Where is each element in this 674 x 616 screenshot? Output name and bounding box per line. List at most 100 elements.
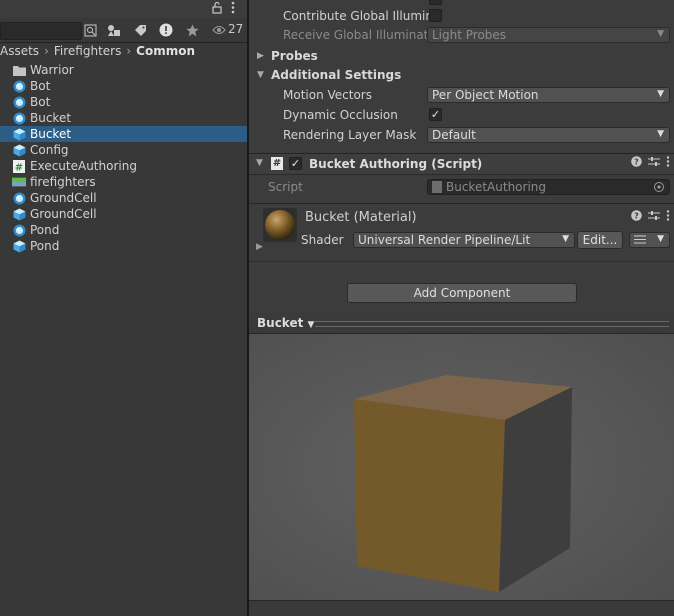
folder-icon <box>12 63 26 77</box>
help-icon[interactable]: ? <box>631 210 642 224</box>
project-panel: 27 Assets › Firefighters › Common Warrio… <box>0 0 247 616</box>
rendering-layer-mask-value: Default <box>432 128 476 142</box>
material-thumbnail <box>263 208 297 242</box>
asset-list-item[interactable]: Bucket <box>0 126 247 142</box>
visible-packages-count: 27 <box>228 22 244 36</box>
terrain-icon <box>12 175 26 189</box>
asset-list-item[interactable]: firefighters <box>0 174 247 190</box>
project-toolbar: 27 <box>0 18 247 43</box>
project-panel-header <box>0 0 247 18</box>
receive-gi-value: Light Probes <box>432 28 507 42</box>
asset-list-item[interactable]: # ExecuteAuthoring <box>0 158 247 174</box>
asset-list-item[interactable]: Bot <box>0 94 247 110</box>
chevron-right-icon: › <box>126 44 132 58</box>
rendering-layer-mask-label: Rendering Layer Mask <box>283 128 417 142</box>
edit-shader-button[interactable]: Edit... <box>577 231 623 249</box>
asset-list-item[interactable]: Bot <box>0 78 247 94</box>
contribute-gi-checkbox[interactable] <box>429 9 442 22</box>
material-title: Bucket (Material) <box>305 210 417 225</box>
search-input[interactable] <box>0 22 82 40</box>
breadcrumb-item[interactable]: Firefighters <box>54 44 121 58</box>
filter-by-type-icon[interactable] <box>104 21 124 39</box>
kebab-menu-icon[interactable] <box>666 210 670 224</box>
prefab-icon <box>12 127 26 141</box>
search-by-type-icon[interactable] <box>80 21 100 39</box>
divider <box>249 261 674 262</box>
presets-sliders-icon[interactable] <box>648 156 660 170</box>
dynamic-occlusion-label: Dynamic Occlusion <box>283 108 398 122</box>
breadcrumb-item[interactable]: Assets <box>0 44 39 58</box>
asset-list-item[interactable]: Bucket <box>0 110 247 126</box>
asset-list-item[interactable]: GroundCell <box>0 190 247 206</box>
foldout-expanded-arrow-icon[interactable]: ▼ <box>256 158 263 168</box>
script-label: Script <box>268 180 303 194</box>
clipped-checkbox[interactable] <box>429 0 442 5</box>
rendering-layer-mask-dropdown[interactable]: Default ▼ <box>427 127 670 143</box>
filter-by-log-type-icon[interactable] <box>156 21 176 39</box>
kebab-menu-icon[interactable] <box>231 1 235 17</box>
breadcrumb-current[interactable]: Common <box>136 44 195 58</box>
prefab-variant-icon <box>12 191 26 205</box>
prefab-icon <box>12 143 26 157</box>
favorite-star-icon[interactable] <box>182 21 202 39</box>
dropdown-caret-icon: ▼ <box>657 129 664 139</box>
motion-vectors-label: Motion Vectors <box>283 88 372 102</box>
foldout-collapsed-arrow-icon: ▶ <box>257 51 264 61</box>
component-header-icons: ? <box>631 156 670 170</box>
clipped-property-row <box>283 0 433 3</box>
component-header[interactable]: ▼ # ✓ Bucket Authoring (Script) ? <box>249 153 674 175</box>
asset-name: Bot <box>30 95 51 109</box>
shader-dropdown[interactable]: Universal Render Pipeline/Lit ▼ <box>353 232 575 248</box>
script-icon: # <box>271 157 283 170</box>
preview-header: Bucket ▼ <box>249 313 674 334</box>
help-icon[interactable]: ? <box>631 156 642 170</box>
probes-foldout[interactable]: ▶ Probes <box>257 47 318 65</box>
asset-list-item[interactable]: GroundCell <box>0 206 247 222</box>
asset-name: Bucket <box>30 127 72 141</box>
filter-by-label-icon[interactable] <box>130 21 150 39</box>
kebab-menu-icon[interactable] <box>666 156 670 170</box>
motion-vectors-dropdown[interactable]: Per Object Motion ▼ <box>427 87 670 103</box>
dropdown-caret-icon: ▼ <box>657 89 664 99</box>
additional-settings-label: Additional Settings <box>271 68 402 82</box>
script-value: BucketAuthoring <box>446 180 547 194</box>
prefab-variant-icon <box>12 111 26 125</box>
list-icon <box>634 233 646 247</box>
foldout-expanded-arrow-icon: ▼ <box>257 70 264 80</box>
preview-footer <box>249 600 674 616</box>
dropdown-caret-icon: ▼ <box>562 234 569 244</box>
inspector-panel: Contribute Global Illumina Receive Globa… <box>249 0 674 616</box>
object-preview-viewport[interactable] <box>249 334 674 600</box>
asset-name: Warrior <box>30 63 74 77</box>
object-picker-icon[interactable] <box>653 181 665 196</box>
prefab-variant-icon <box>12 79 26 93</box>
receive-gi-dropdown[interactable]: Light Probes ▼ <box>427 27 670 43</box>
presets-sliders-icon[interactable] <box>648 210 660 224</box>
asset-list-item[interactable]: Config <box>0 142 247 158</box>
cube-front-face <box>354 399 505 592</box>
asset-name: GroundCell <box>30 207 97 221</box>
preview-object-dropdown[interactable]: Bucket ▼ <box>257 316 314 330</box>
lock-icon[interactable] <box>212 1 222 17</box>
component-enabled-checkbox[interactable]: ✓ <box>289 157 302 170</box>
asset-name: GroundCell <box>30 191 97 205</box>
foldout-collapsed-arrow-icon[interactable]: ▶ <box>256 242 263 252</box>
asset-name: firefighters <box>30 175 96 189</box>
hidden-packages-eye-icon[interactable] <box>212 24 226 38</box>
asset-list-item[interactable]: Pond <box>0 238 247 254</box>
prefab-icon <box>12 239 26 253</box>
asset-name: Bot <box>30 79 51 93</box>
dynamic-occlusion-checkbox[interactable]: ✓ <box>429 108 442 121</box>
svg-text:?: ? <box>634 211 639 220</box>
preview-resize-handle[interactable] <box>315 321 669 327</box>
asset-list-item[interactable]: Pond <box>0 222 247 238</box>
material-options-dropdown[interactable]: ▼ <box>629 232 670 248</box>
motion-vectors-value: Per Object Motion <box>432 88 539 102</box>
asset-list-item[interactable]: Warrior <box>0 62 247 78</box>
script-object-field[interactable]: BucketAuthoring <box>427 179 670 195</box>
dropdown-caret-icon: ▼ <box>657 234 664 244</box>
cube-preview <box>249 334 674 600</box>
breadcrumb: Assets › Firefighters › Common <box>0 43 195 59</box>
add-component-button[interactable]: Add Component <box>347 283 577 303</box>
additional-settings-foldout[interactable]: ▼ Additional Settings <box>257 66 401 84</box>
